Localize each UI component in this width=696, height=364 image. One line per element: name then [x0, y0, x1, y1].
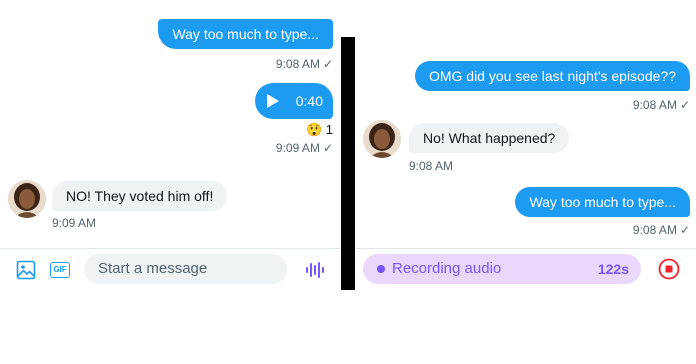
avatar-image: [8, 180, 46, 218]
timestamp-text: 9:08 AM: [632, 223, 677, 237]
gif-label: GIF: [50, 262, 70, 278]
recording-dot-icon: [377, 265, 385, 273]
timestamp-text: 9:08 AM: [632, 98, 677, 112]
recording-duration: 122s: [597, 261, 629, 277]
message-input[interactable]: Start a message: [84, 254, 287, 284]
reaction-count: 1: [325, 122, 333, 137]
message-timestamp: 9:09 AM: [52, 216, 97, 230]
message-bubble-outgoing[interactable]: Way too much to type...: [158, 19, 333, 49]
message-timestamp: 9:08 AM ✓: [276, 57, 333, 71]
stop-record-icon[interactable]: [658, 258, 680, 280]
voice-message-bubble[interactable]: 0:40: [255, 83, 333, 119]
timestamp-text: 9:08 AM: [275, 57, 320, 71]
composer-divider: [355, 248, 696, 249]
voice-duration: 0:40: [295, 93, 323, 109]
message-timestamp: 9:08 AM: [409, 159, 454, 173]
read-receipt-icon: ✓: [679, 223, 690, 237]
right-chat-panel: OMG did you see last night's episode?? 9…: [355, 0, 696, 290]
message-bubble-outgoing[interactable]: Way too much to type...: [515, 187, 690, 217]
message-timestamp: 9:09 AM ✓: [276, 141, 333, 155]
play-icon[interactable]: [267, 94, 279, 108]
recording-label: Recording audio: [392, 260, 502, 277]
avatar-image: [363, 120, 401, 158]
gif-icon[interactable]: GIF: [49, 259, 71, 281]
image-icon-glyph: [16, 260, 36, 280]
message-bubble-incoming[interactable]: No! What happened?: [409, 123, 570, 153]
message-bubble-outgoing[interactable]: OMG did you see last night's episode??: [414, 61, 690, 91]
left-chat-panel: Way too much to type... 9:08 AM ✓ 0:40 😲 …: [0, 0, 341, 290]
message-bubble-incoming[interactable]: NO! They voted him off!: [52, 181, 228, 211]
read-receipt-icon: ✓: [322, 57, 333, 71]
voice-waveform-icon[interactable]: [304, 259, 326, 281]
stop-record-glyph: [658, 258, 680, 280]
timestamp-text: 9:09 AM: [275, 141, 320, 155]
reaction-emoji: 😲: [305, 122, 323, 137]
reaction[interactable]: 😲 1: [306, 122, 333, 138]
message-timestamp: 9:08 AM ✓: [633, 98, 690, 112]
panel-divider: [341, 37, 355, 290]
read-receipt-icon: ✓: [679, 98, 690, 112]
composer-divider: [0, 248, 341, 249]
avatar[interactable]: [363, 120, 401, 158]
message-timestamp: 9:08 AM ✓: [633, 223, 690, 237]
avatar[interactable]: [8, 180, 46, 218]
image-icon[interactable]: [15, 259, 37, 281]
read-receipt-icon: ✓: [322, 141, 333, 155]
recording-indicator: Recording audio 122s: [363, 254, 641, 284]
waveform-glyph: [306, 262, 324, 278]
